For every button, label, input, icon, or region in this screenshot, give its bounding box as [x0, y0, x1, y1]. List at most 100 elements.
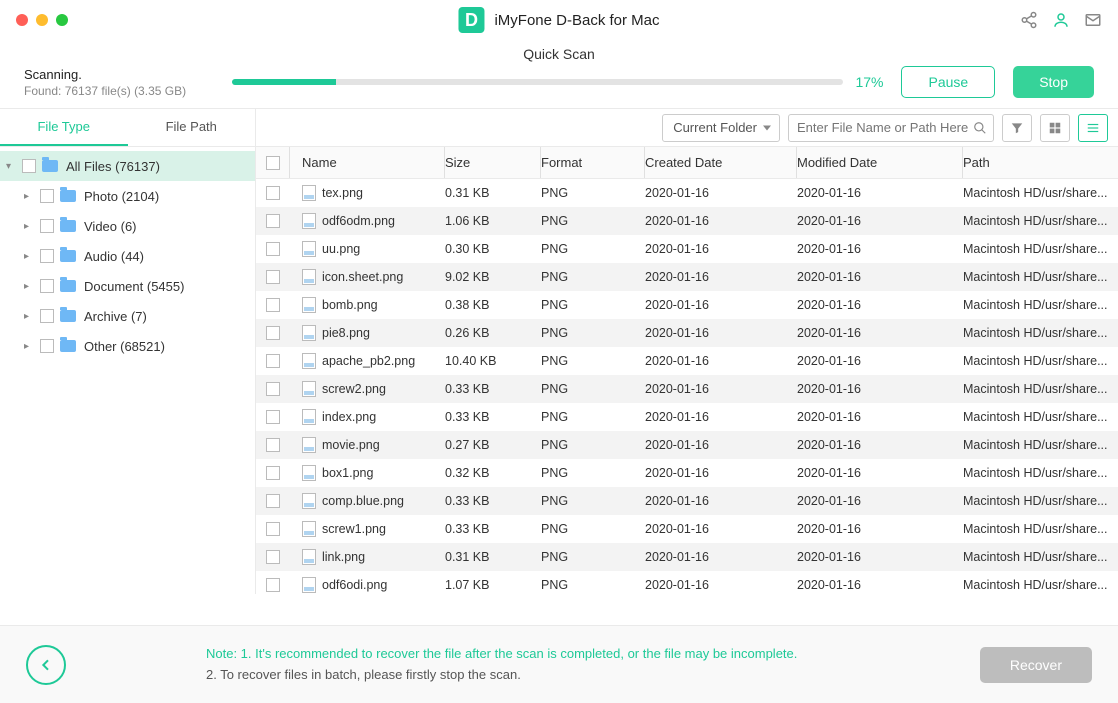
- checkbox[interactable]: [40, 339, 54, 353]
- file-size: 0.32 KB: [445, 466, 541, 480]
- minimize-window-icon[interactable]: [36, 14, 48, 26]
- filter-icon[interactable]: [1002, 114, 1032, 142]
- row-checkbox[interactable]: [266, 410, 280, 424]
- chevron-right-icon[interactable]: ▸: [24, 221, 38, 232]
- search-icon[interactable]: [973, 121, 987, 135]
- file-name: screw2.png: [322, 382, 386, 396]
- tab-file-type[interactable]: File Type: [0, 109, 128, 146]
- row-checkbox[interactable]: [266, 522, 280, 536]
- file-format: PNG: [541, 522, 645, 536]
- table-row[interactable]: apache_pb2.png 10.40 KB PNG 2020-01-16 2…: [256, 347, 1118, 375]
- row-checkbox[interactable]: [266, 270, 280, 284]
- row-checkbox[interactable]: [266, 466, 280, 480]
- app-logo-icon: D: [458, 7, 484, 33]
- search-input[interactable]: [797, 120, 973, 135]
- checkbox[interactable]: [40, 279, 54, 293]
- table-row[interactable]: bomb.png 0.38 KB PNG 2020-01-16 2020-01-…: [256, 291, 1118, 319]
- table-row[interactable]: odf6odm.png 1.06 KB PNG 2020-01-16 2020-…: [256, 207, 1118, 235]
- col-modified[interactable]: Modified Date: [797, 147, 963, 178]
- chevron-right-icon[interactable]: ▸: [24, 341, 38, 352]
- file-modified: 2020-01-16: [797, 438, 963, 452]
- mail-icon[interactable]: [1084, 11, 1102, 29]
- chevron-right-icon[interactable]: ▸: [24, 281, 38, 292]
- file-format: PNG: [541, 270, 645, 284]
- file-name: odf6odi.png: [322, 578, 387, 592]
- scope-select[interactable]: Current Folder: [662, 114, 780, 142]
- tree-root[interactable]: ▾ All Files (76137): [0, 151, 255, 181]
- file-format: PNG: [541, 466, 645, 480]
- checkbox[interactable]: [40, 189, 54, 203]
- table-row[interactable]: link.png 0.31 KB PNG 2020-01-16 2020-01-…: [256, 543, 1118, 571]
- col-created[interactable]: Created Date: [645, 147, 797, 178]
- chevron-down-icon[interactable]: ▾: [6, 161, 20, 172]
- table-row[interactable]: pie8.png 0.26 KB PNG 2020-01-16 2020-01-…: [256, 319, 1118, 347]
- share-icon[interactable]: [1020, 11, 1038, 29]
- row-checkbox[interactable]: [266, 550, 280, 564]
- chevron-right-icon[interactable]: ▸: [24, 311, 38, 322]
- tree-child[interactable]: ▸ Audio (44): [0, 241, 255, 271]
- file-name: pie8.png: [322, 326, 370, 340]
- tree-child[interactable]: ▸ Other (68521): [0, 331, 255, 361]
- row-checkbox[interactable]: [266, 326, 280, 340]
- select-all-checkbox[interactable]: [266, 156, 280, 170]
- tree-child[interactable]: ▸ Photo (2104): [0, 181, 255, 211]
- row-checkbox[interactable]: [266, 298, 280, 312]
- file-created: 2020-01-16: [645, 522, 797, 536]
- stop-button[interactable]: Stop: [1013, 66, 1094, 98]
- tab-file-path[interactable]: File Path: [128, 109, 256, 146]
- file-size: 1.06 KB: [445, 214, 541, 228]
- tree-child[interactable]: ▸ Document (5455): [0, 271, 255, 301]
- row-checkbox[interactable]: [266, 214, 280, 228]
- table-row[interactable]: screw2.png 0.33 KB PNG 2020-01-16 2020-0…: [256, 375, 1118, 403]
- pause-button[interactable]: Pause: [901, 66, 995, 98]
- recover-button[interactable]: Recover: [980, 647, 1092, 683]
- checkbox[interactable]: [22, 159, 36, 173]
- close-window-icon[interactable]: [16, 14, 28, 26]
- file-path: Macintosh HD/usr/share...: [963, 382, 1118, 396]
- list-view-icon[interactable]: [1078, 114, 1108, 142]
- col-size[interactable]: Size: [445, 147, 541, 178]
- checkbox[interactable]: [40, 249, 54, 263]
- table-row[interactable]: uu.png 0.30 KB PNG 2020-01-16 2020-01-16…: [256, 235, 1118, 263]
- file-created: 2020-01-16: [645, 382, 797, 396]
- checkbox[interactable]: [40, 309, 54, 323]
- table-body[interactable]: tex.png 0.31 KB PNG 2020-01-16 2020-01-1…: [256, 179, 1118, 594]
- file-icon: [302, 213, 316, 229]
- user-icon[interactable]: [1052, 11, 1070, 29]
- table-row[interactable]: comp.blue.png 0.33 KB PNG 2020-01-16 202…: [256, 487, 1118, 515]
- checkbox[interactable]: [40, 219, 54, 233]
- row-checkbox[interactable]: [266, 354, 280, 368]
- col-format[interactable]: Format: [541, 147, 645, 178]
- tree-child[interactable]: ▸ Archive (7): [0, 301, 255, 331]
- table-row[interactable]: index.png 0.33 KB PNG 2020-01-16 2020-01…: [256, 403, 1118, 431]
- row-checkbox[interactable]: [266, 242, 280, 256]
- file-path: Macintosh HD/usr/share...: [963, 270, 1118, 284]
- tree-child[interactable]: ▸ Video (6): [0, 211, 255, 241]
- file-path: Macintosh HD/usr/share...: [963, 438, 1118, 452]
- table-row[interactable]: odf6odi.png 1.07 KB PNG 2020-01-16 2020-…: [256, 571, 1118, 594]
- file-created: 2020-01-16: [645, 270, 797, 284]
- maximize-window-icon[interactable]: [56, 14, 68, 26]
- file-icon: [302, 241, 316, 257]
- row-checkbox[interactable]: [266, 438, 280, 452]
- row-checkbox[interactable]: [266, 382, 280, 396]
- chevron-right-icon[interactable]: ▸: [24, 191, 38, 202]
- file-created: 2020-01-16: [645, 186, 797, 200]
- col-name[interactable]: Name: [290, 147, 445, 178]
- col-path[interactable]: Path: [963, 147, 1118, 178]
- table-row[interactable]: tex.png 0.31 KB PNG 2020-01-16 2020-01-1…: [256, 179, 1118, 207]
- row-checkbox[interactable]: [266, 186, 280, 200]
- grid-view-icon[interactable]: [1040, 114, 1070, 142]
- back-button[interactable]: [26, 645, 66, 685]
- row-checkbox[interactable]: [266, 578, 280, 592]
- table-row[interactable]: movie.png 0.27 KB PNG 2020-01-16 2020-01…: [256, 431, 1118, 459]
- tree-child-label: Archive (7): [84, 309, 147, 324]
- table-row[interactable]: box1.png 0.32 KB PNG 2020-01-16 2020-01-…: [256, 459, 1118, 487]
- chevron-right-icon[interactable]: ▸: [24, 251, 38, 262]
- file-format: PNG: [541, 550, 645, 564]
- table-row[interactable]: icon.sheet.png 9.02 KB PNG 2020-01-16 20…: [256, 263, 1118, 291]
- row-checkbox[interactable]: [266, 494, 280, 508]
- table-row[interactable]: screw1.png 0.33 KB PNG 2020-01-16 2020-0…: [256, 515, 1118, 543]
- tree-child-label: Audio (44): [84, 249, 144, 264]
- search-box[interactable]: [788, 114, 994, 142]
